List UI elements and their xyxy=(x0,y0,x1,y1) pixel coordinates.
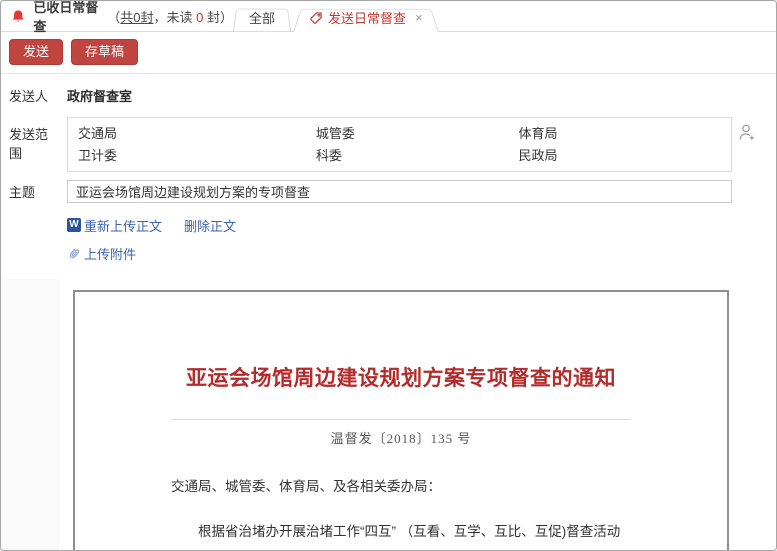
subject-row: 主题 xyxy=(1,180,776,203)
document-divider xyxy=(171,419,631,420)
recipient-item: 交通局 xyxy=(78,125,316,143)
mail-counts: （共0封，未读 0 封） xyxy=(107,7,233,26)
paperclip-icon xyxy=(64,243,84,263)
add-user-icon xyxy=(738,123,756,143)
page-title: 已收日常督查 xyxy=(33,0,99,35)
sender-value: 政府督查室 xyxy=(67,86,132,105)
subject-label: 主题 xyxy=(1,182,59,201)
tab-send-daily-supervision[interactable]: 发送日常督查 × xyxy=(293,4,439,31)
attachment-row: 上传附件 xyxy=(67,244,776,263)
document-gutter xyxy=(1,279,59,551)
scope-label: 发送范围 xyxy=(1,117,59,162)
subject-input[interactable] xyxy=(67,180,732,203)
sender-row: 发送人 政府督查室 xyxy=(1,86,776,105)
tab-bar: 全部 发送日常督查 × xyxy=(233,1,439,31)
mail-compose-window: 已收日常督查 （共0封，未读 0 封） 全部 发送日常督查 × 发送 存草稿 发… xyxy=(0,0,777,551)
save-draft-button[interactable]: 存草稿 xyxy=(71,39,138,65)
action-toolbar: 发送 存草稿 xyxy=(1,32,776,74)
document-body: 交通局、城管委、体育局、及各相关委办局： 根据省治堵办开展治堵工作“四互” （互… xyxy=(171,478,631,551)
send-button[interactable]: 发送 xyxy=(9,39,63,65)
tab-close-icon[interactable]: × xyxy=(415,11,423,24)
document-content: 亚运会场馆周边建设规划方案专项督查的通知 温督发〔2018〕135 号 交通局、… xyxy=(171,292,631,551)
body-file-links: W 重新上传正文 删除正文 xyxy=(67,216,776,235)
top-header: 已收日常督查 （共0封，未读 0 封） 全部 发送日常督查 × xyxy=(1,1,776,32)
document-canvas: 亚运会场馆周边建设规划方案专项督查的通知 温督发〔2018〕135 号 交通局、… xyxy=(59,279,776,551)
recipient-item: 城管委 xyxy=(316,125,519,143)
document-number: 温督发〔2018〕135 号 xyxy=(171,428,631,447)
add-recipient-button[interactable] xyxy=(738,123,756,143)
recipient-item: 卫计委 xyxy=(78,147,316,165)
reupload-body-link[interactable]: W 重新上传正文 xyxy=(67,216,162,235)
tag-icon xyxy=(309,11,323,25)
document-page[interactable]: 亚运会场馆周边建设规划方案专项督查的通知 温督发〔2018〕135 号 交通局、… xyxy=(73,290,729,551)
word-doc-icon: W xyxy=(67,218,81,232)
document-paragraph-line: 根据省治堵办开展治堵工作“四互” （互看、互学、互比、互促)督查活动 xyxy=(171,523,631,541)
bell-icon xyxy=(11,8,25,25)
document-salutation: 交通局、城管委、体育局、及各相关委办局： xyxy=(171,478,631,496)
sender-label: 发送人 xyxy=(1,86,59,105)
header-title-area: 已收日常督查 （共0封，未读 0 封） xyxy=(1,1,233,31)
document-title: 亚运会场馆周边建设规划方案专项督查的通知 xyxy=(171,362,631,392)
recipient-item: 民政局 xyxy=(518,147,721,165)
recipients-row: 发送范围 交通局 城管委 体育局 卫计委 科委 民政局 xyxy=(1,117,776,172)
recipient-item: 体育局 xyxy=(518,125,721,143)
total-count-link[interactable]: 共0封 xyxy=(120,10,153,25)
tab-all[interactable]: 全部 xyxy=(233,4,291,31)
recipients-box[interactable]: 交通局 城管委 体育局 卫计委 科委 民政局 xyxy=(67,117,732,172)
compose-form: 发送人 政府督查室 发送范围 交通局 城管委 体育局 卫计委 科委 民政局 xyxy=(1,86,776,263)
upload-attachment-link[interactable]: 上传附件 xyxy=(67,244,136,263)
delete-body-link[interactable]: 删除正文 xyxy=(184,216,236,235)
recipient-item: 科委 xyxy=(316,147,519,165)
document-preview-section: 亚运会场馆周边建设规划方案专项督查的通知 温督发〔2018〕135 号 交通局、… xyxy=(1,279,776,551)
